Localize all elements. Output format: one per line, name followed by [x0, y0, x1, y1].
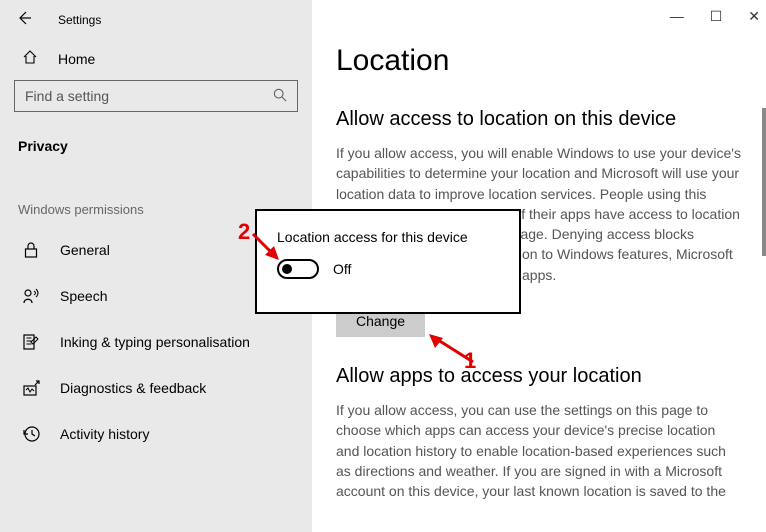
diagnostics-icon [22, 379, 40, 397]
speech-icon [22, 287, 40, 305]
sidebar-item-diagnostics[interactable]: Diagnostics & feedback [0, 365, 312, 411]
minimize-button[interactable]: — [670, 8, 684, 25]
section2-body: If you allow access, you can use the set… [336, 400, 742, 501]
search-icon [273, 88, 287, 105]
home-label: Home [58, 51, 95, 67]
window-controls: — ☐ ✕ [670, 8, 760, 25]
back-icon[interactable] [16, 10, 32, 29]
toggle-state-label: Off [333, 261, 351, 277]
home-icon [22, 49, 38, 68]
location-access-popup: Location access for this device Off [255, 209, 521, 314]
page-title: Location [336, 44, 742, 78]
sidebar-item-label: Inking & typing personalisation [60, 334, 250, 350]
inking-icon [22, 333, 40, 351]
search-input[interactable] [14, 80, 298, 112]
sidebar-item-label: Activity history [60, 426, 149, 442]
sidebar-item-inking[interactable]: Inking & typing personalisation [0, 319, 312, 365]
section1-heading: Allow access to location on this device [336, 108, 742, 131]
home-button[interactable]: Home [0, 37, 312, 80]
section2-heading: Allow apps to access your location [336, 365, 742, 388]
location-toggle[interactable] [277, 259, 319, 279]
app-title: Settings [58, 13, 101, 27]
close-button[interactable]: ✕ [748, 8, 760, 25]
sidebar-item-label: Speech [60, 288, 107, 304]
toggle-knob [282, 264, 292, 274]
sidebar-item-label: General [60, 242, 110, 258]
lock-icon [22, 241, 40, 259]
maximize-button[interactable]: ☐ [710, 8, 723, 25]
section-title: Privacy [0, 112, 312, 154]
arrow-1-icon [429, 334, 475, 364]
arrow-2-icon [251, 232, 281, 262]
popup-title: Location access for this device [277, 229, 499, 245]
annotation-2: 2 [238, 219, 250, 245]
sidebar-item-activity-history[interactable]: Activity history [0, 411, 312, 457]
sidebar-item-label: Diagnostics & feedback [60, 380, 206, 396]
history-icon [22, 425, 40, 443]
scrollbar[interactable] [762, 108, 766, 256]
